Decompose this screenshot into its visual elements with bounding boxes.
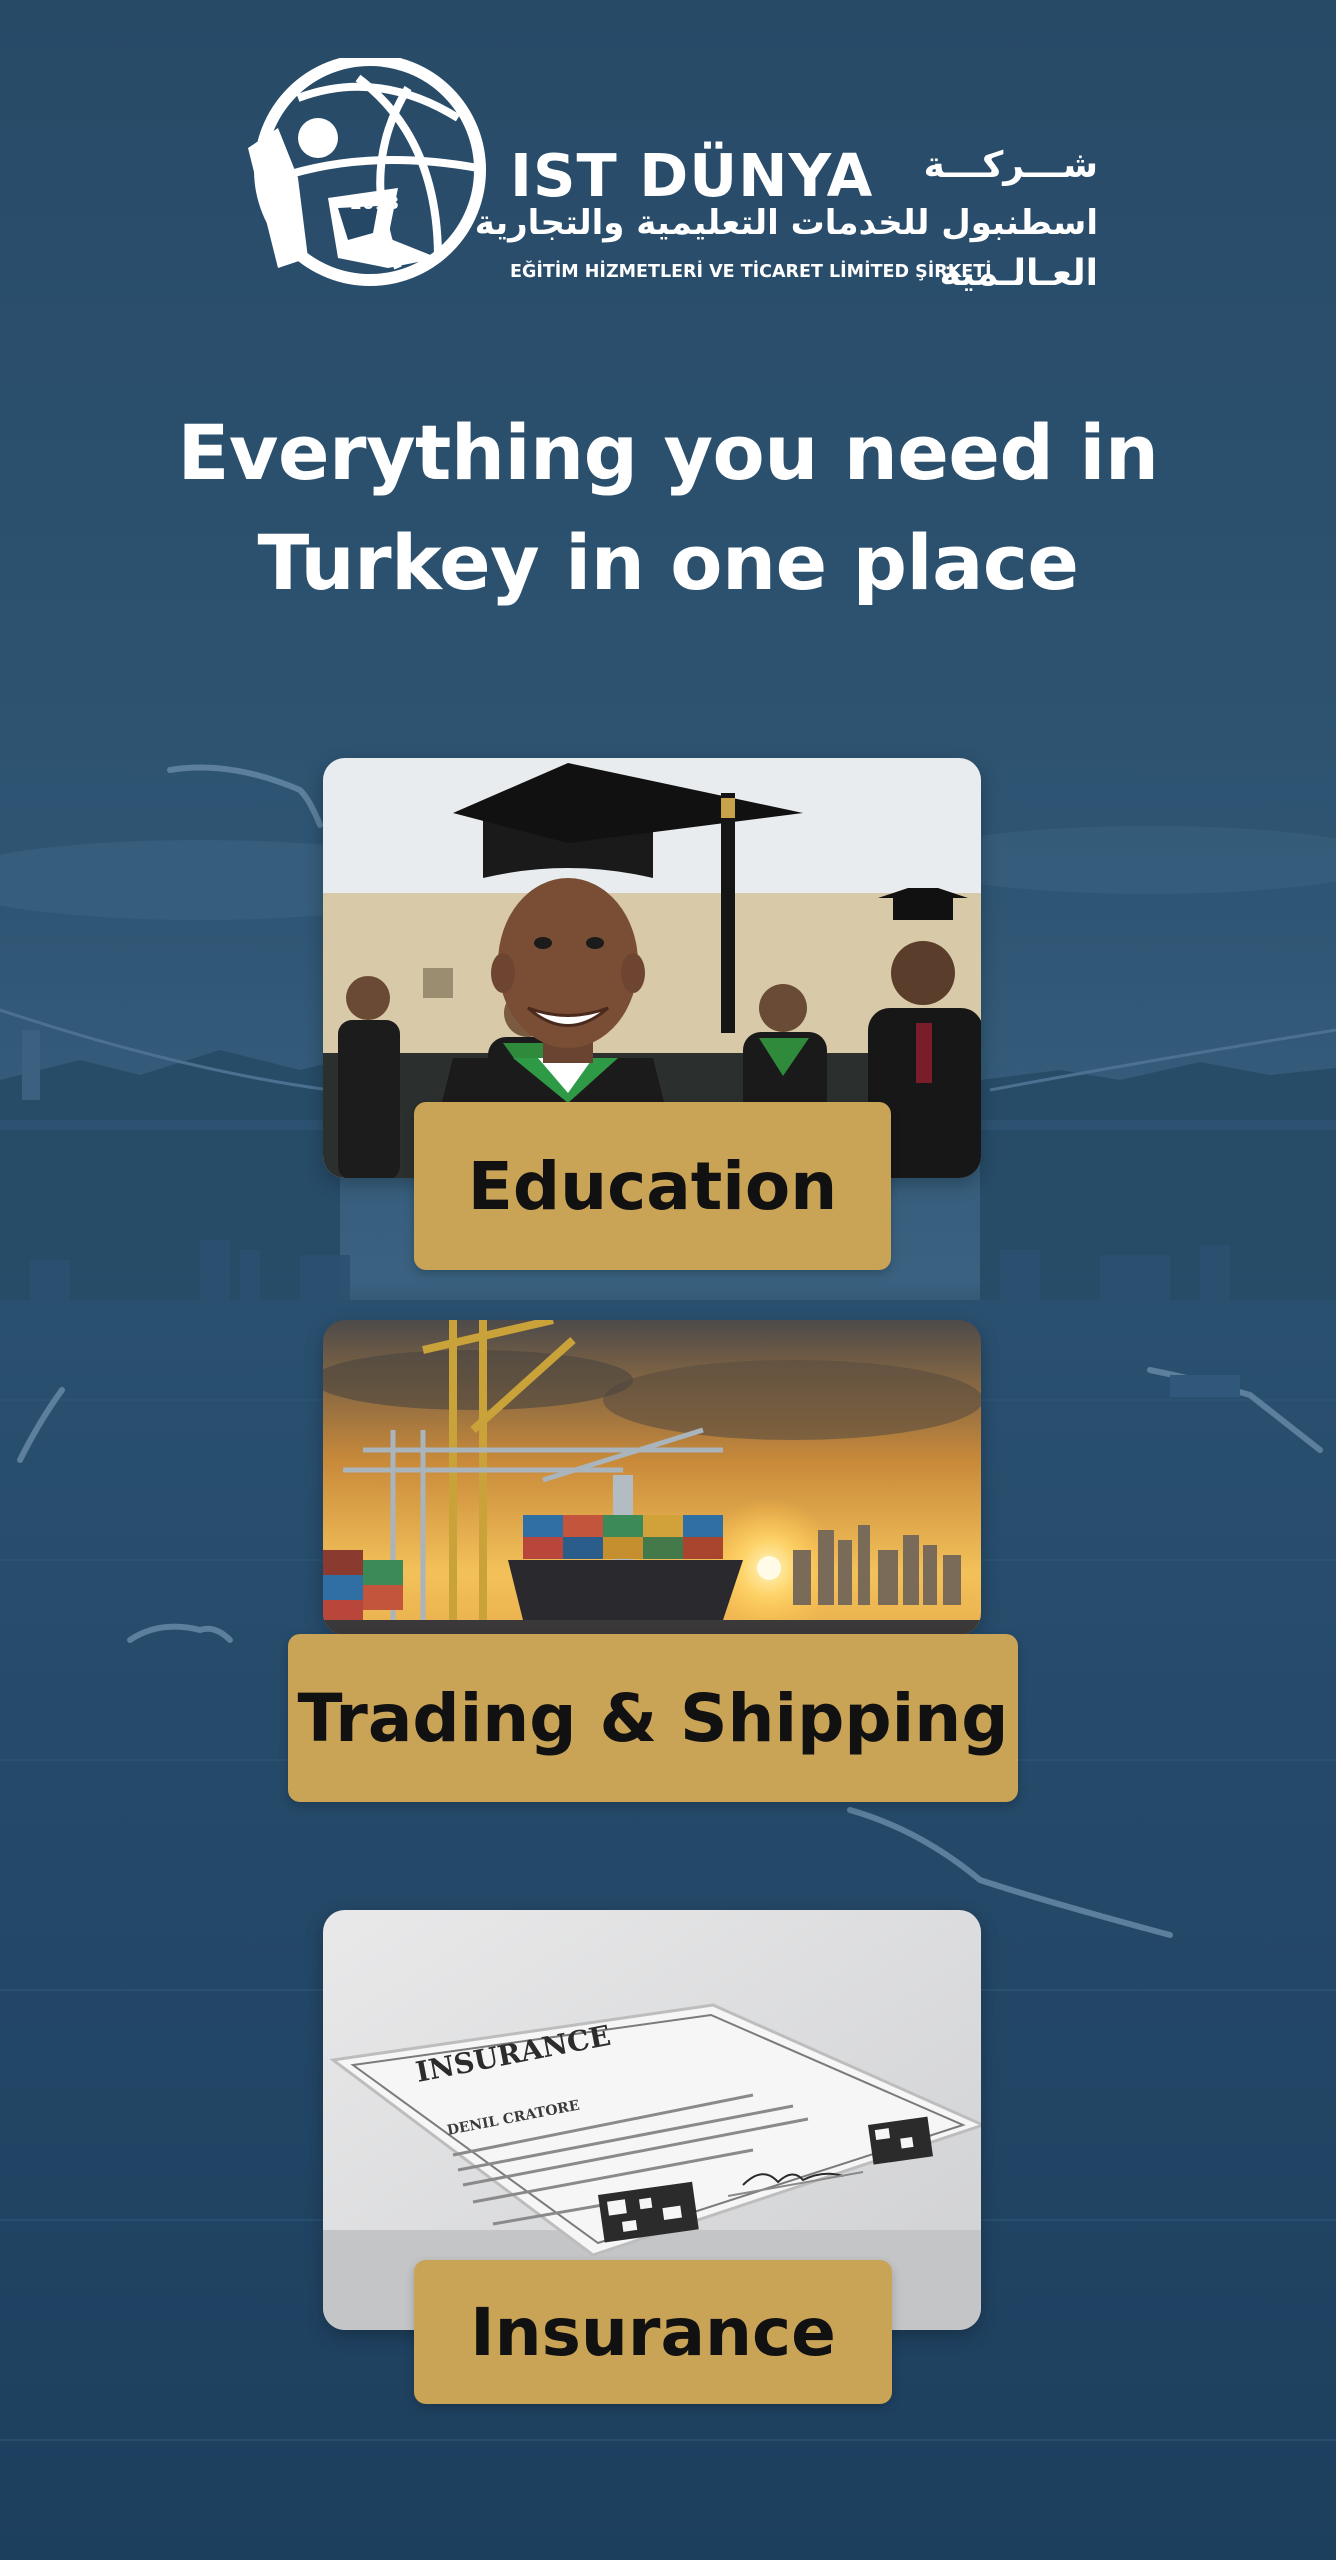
insurance-service-button[interactable]: Insurance [414,2260,892,2404]
headline-line-2: Turkey in one place [257,518,1079,607]
logo-arabic-services: اسطنبول للخدمات التعليمية والتجارية [474,203,1098,243]
logo-arabic-company: شـــركـــة [923,145,1098,186]
logo-brand-name: IST DÜNYA [510,141,874,210]
trading-shipping-service-button[interactable]: Trading & Shipping [288,1634,1018,1802]
headline-line-1: Everything you need in [177,408,1159,497]
education-service-button[interactable]: Education [414,1102,891,1270]
port-cargo-ship-photo [323,1320,981,1635]
globe-figure-logo-icon [248,58,486,286]
page-headline: Everything you need in Turkey in one pla… [80,398,1256,618]
logo-arabic-global: العـالـمية [939,253,1098,294]
company-logo[interactable]: 2018 IST DÜNYA شـــركـــة اسطنبول للخدما… [238,58,1098,298]
logo-turkish-name: EĞİTİM HİZMETLERİ VE TİCARET LİMİTED ŞİR… [510,262,992,282]
logo-year: 2018 [350,194,400,214]
trading-shipping-image[interactable] [323,1320,981,1635]
